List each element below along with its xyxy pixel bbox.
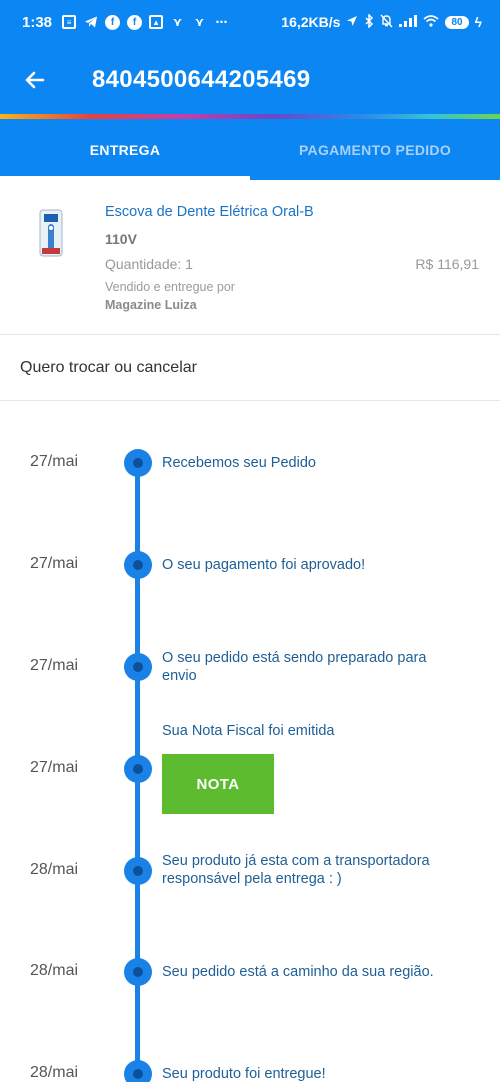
- product-image: [39, 209, 63, 257]
- timeline-event: Recebemos seu Pedido: [162, 455, 316, 471]
- exchange-cancel-link[interactable]: Quero trocar ou cancelar: [0, 335, 500, 401]
- arrow-left-icon: [25, 71, 45, 89]
- timeline-date: 27/mai: [30, 657, 79, 674]
- seller-name: Magazine Luiza: [105, 298, 197, 312]
- timeline-dot: [124, 1060, 152, 1082]
- battery-icon: 80: [445, 15, 469, 29]
- timeline-event: Seu pedido está a caminho da sua região.: [162, 964, 434, 980]
- facebook-icon: f: [127, 14, 143, 30]
- more-icon: ⋯: [215, 15, 228, 29]
- timeline-dot: [124, 449, 152, 477]
- location-icon: [346, 14, 358, 30]
- status-bar: 1:38 ≡ f f ▲ ⋎ ⋎ ⋯ 16,2KB/s 80 ϟ: [0, 0, 500, 44]
- timeline-date: 28/mai: [30, 861, 79, 878]
- facebook-icon: f: [105, 14, 121, 30]
- bluetooth-icon: [364, 12, 374, 31]
- timeline-dot: [124, 857, 152, 885]
- timeline-dot: [124, 551, 152, 579]
- wifi-icon: [423, 14, 439, 30]
- exchange-cancel-label: Quero trocar ou cancelar: [20, 359, 197, 376]
- tab-bar: ENTREGA PAGAMENTO PEDIDO: [0, 119, 500, 180]
- page-title: 8404500644205469: [92, 66, 311, 93]
- product-price: R$ 116,91: [415, 256, 479, 272]
- tab-entrega[interactable]: ENTREGA: [0, 119, 250, 180]
- product-card[interactable]: Escova de Dente Elétrica Oral-B 110V Qua…: [0, 180, 500, 335]
- timeline-event: Seu produto foi entregue!: [162, 1066, 326, 1082]
- back-button[interactable]: [0, 44, 70, 116]
- timeline-event: Sua Nota Fiscal foi emitida: [162, 723, 335, 739]
- signal-icon: [399, 14, 418, 30]
- timeline-dot: [124, 958, 152, 986]
- timeline-dot: [124, 755, 152, 783]
- product-variant: 110V: [105, 231, 137, 247]
- nota-fiscal-button[interactable]: NOTA: [162, 754, 274, 814]
- timeline-date: 28/mai: [30, 962, 79, 979]
- status-time: 1:38: [22, 13, 53, 31]
- product-quantity: Quantidade: 1: [105, 256, 193, 272]
- system-icons: 16,2KB/s 80 ϟ: [281, 12, 482, 31]
- telegram-icon: [83, 15, 98, 30]
- timeline-date: 27/mai: [30, 453, 79, 470]
- news-icon: ≡: [62, 15, 77, 29]
- notification-icons: ≡ f f ▲ ⋎ ⋎ ⋯: [62, 14, 229, 30]
- image-icon: ▲: [149, 15, 164, 29]
- bird-icon: ⋎: [194, 15, 205, 29]
- timeline-event: O seu pedido está sendo preparado para e…: [162, 650, 427, 684]
- timeline-event: Seu produto já esta com a transportadora…: [162, 853, 430, 887]
- mute-icon: [380, 14, 393, 31]
- timeline-event: O seu pagamento foi aprovado!: [162, 557, 366, 573]
- timeline-dot: [124, 653, 152, 681]
- bird-icon: ⋎: [172, 15, 183, 29]
- timeline-date: 27/mai: [30, 555, 79, 572]
- timeline-date: 27/mai: [30, 759, 79, 776]
- network-speed: 16,2KB/s: [281, 14, 341, 30]
- tab-pagamento-pedido[interactable]: PAGAMENTO PEDIDO: [250, 119, 500, 180]
- product-name[interactable]: Escova de Dente Elétrica Oral-B: [105, 204, 314, 220]
- charging-icon: ϟ: [474, 14, 482, 30]
- order-tracking-screen: 1:38 ≡ f f ▲ ⋎ ⋎ ⋯ 16,2KB/s 80 ϟ 8404500…: [0, 0, 500, 1082]
- app-bar: 8404500644205469: [0, 44, 500, 116]
- timeline-date: 28/mai: [30, 1064, 79, 1081]
- sold-by-label: Vendido e entregue por: [105, 280, 235, 294]
